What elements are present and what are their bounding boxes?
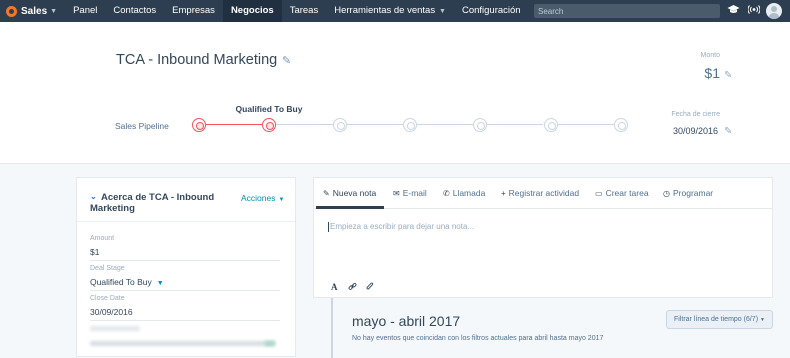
pipeline-label: Sales Pipeline [115,121,169,131]
pipeline-stage-6-icon[interactable] [543,118,558,132]
notifications-icon[interactable] [747,4,761,20]
blurred-field-label [90,326,140,331]
pipeline-connector [416,124,474,125]
pipeline-connector [346,124,403,125]
nav-item-configuracion[interactable]: Configuración [454,0,529,22]
tab-label: Llamada [452,188,486,198]
chevron-down-icon: ▼ [50,7,58,15]
note-icon: ✎ [323,189,330,198]
blurred-field-badge [265,341,275,346]
note-input[interactable]: Empieza a escribir para dejar una nota..… [328,222,748,232]
pipeline-stages [192,118,628,132]
divider [90,260,280,261]
calendar-icon: ▭ [595,189,603,198]
pipeline-connector [557,124,614,125]
deal-header: TCA - Inbound Marketing ✎ Monto $1 ✎ Qua… [0,22,790,164]
pipeline-connector [206,124,263,125]
tab-label: Nueva nota [332,188,377,198]
actions-dropdown[interactable]: Acciones ▼ [241,193,284,203]
actions-label: Acciones [241,193,276,203]
activity-composer: ✎ Nueva nota ✉ E-mail ✆ Llamada + Registrar … [313,177,773,298]
active-tab-indicator [316,206,384,209]
tab-programar[interactable]: ◷ Programar [663,188,713,198]
pipeline-stage-2-icon[interactable] [262,118,277,132]
timeline-month-heading: mayo - abril 2017 [352,313,461,329]
field-label-amount: Amount [90,235,115,242]
deal-title: TCA - Inbound Marketing [116,52,278,68]
attachment-icon[interactable] [366,282,374,293]
tab-registrar-actividad[interactable]: + Registrar actividad [501,188,579,198]
field-value-close-date[interactable]: 30/09/2016 [90,307,133,317]
nav-item-herramientas[interactable]: Herramientas de ventas ▼ [326,0,454,22]
current-stage-label: Qualified To Buy [235,104,303,114]
tab-label: Crear tarea [605,188,649,198]
nav-item-contactos[interactable]: Contactos [105,0,164,22]
composer-tabs: ✎ Nueva nota ✉ E-mail ✆ Llamada + Registrar … [314,178,772,209]
timeline-empty-message: No hay eventos que coincidan con los fil… [352,335,604,342]
tab-label: Registrar actividad [508,188,580,198]
amount-label: Monto [700,52,720,59]
nav-item-panel[interactable]: Panel [65,0,105,22]
phone-icon: ✆ [443,189,450,198]
tab-crear-tarea[interactable]: ▭ Crear tarea [595,188,649,198]
pipeline-stage-3-icon[interactable] [332,118,347,132]
field-label-close-date: Close Date [90,295,125,302]
tab-label: Programar [672,188,714,198]
deal-stage-select[interactable]: Qualified To Buy ▼ [90,277,164,287]
edit-close-date-pencil-icon[interactable]: ✎ [724,126,732,137]
hubspot-logo-icon [6,5,17,17]
about-card: ⌄ Acerca de TCA - Inbound Marketing Acci… [76,177,296,357]
pipeline-connector [276,124,333,125]
nav-item-negocios[interactable]: Negocios [222,0,282,22]
blurred-field-value [90,341,275,346]
pipeline-connector [487,124,544,125]
chevron-down-icon: ▼ [760,317,765,323]
caret-down-icon: ▼ [156,280,164,287]
filter-timeline-button[interactable]: Filtrar línea de tiempo (6/7) ▼ [666,310,773,329]
pipeline-stage-1-icon[interactable] [192,118,206,132]
plus-icon: + [501,189,506,198]
pipeline-stage-7-icon[interactable] [613,118,628,132]
nav-item-empresas[interactable]: Empresas [164,0,223,22]
link-icon[interactable] [348,282,357,293]
tab-label: E-mail [402,188,427,198]
clock-icon: ◷ [663,189,670,198]
close-date-label: Fecha de cierre [671,111,720,118]
user-avatar[interactable] [766,3,782,19]
search-input[interactable] [534,4,720,18]
divider [77,221,295,222]
brand-label: Sales [21,5,48,17]
divider [90,290,280,291]
field-value-amount[interactable]: $1 [90,247,99,257]
filter-timeline-label: Filtrar línea de tiempo (6/7) [674,316,759,323]
deal-stage-value: Qualified To Buy [90,277,152,287]
text-format-icon[interactable]: A [331,282,338,292]
pipeline-stage-4-icon[interactable] [402,118,417,132]
about-card-title[interactable]: Acerca de TCA - Inbound Marketing [90,192,240,214]
email-icon: ✉ [393,189,400,198]
brand-menu[interactable]: Sales ▼ [0,0,65,22]
chevron-down-icon: ▼ [437,8,446,15]
pipeline-stage-5-icon[interactable] [473,118,488,132]
academy-icon[interactable] [727,4,740,20]
tab-email[interactable]: ✉ E-mail [393,188,427,198]
nav-item-tareas[interactable]: Tareas [282,0,327,22]
nav-item-herramientas-label: Herramientas de ventas [334,5,436,16]
divider [90,320,280,321]
close-date-value: 30/09/2016 [672,126,718,136]
timeline-line [331,298,333,358]
field-label-deal-stage: Deal Stage [90,265,125,272]
tab-llamada[interactable]: ✆ Llamada [443,188,485,198]
edit-amount-pencil-icon[interactable]: ✎ [724,70,732,81]
amount-value: $1 [704,65,720,81]
edit-title-pencil-icon[interactable]: ✎ [282,54,291,67]
chevron-down-icon: ▼ [278,197,285,203]
tab-nueva-nota[interactable]: ✎ Nueva nota [323,188,376,198]
